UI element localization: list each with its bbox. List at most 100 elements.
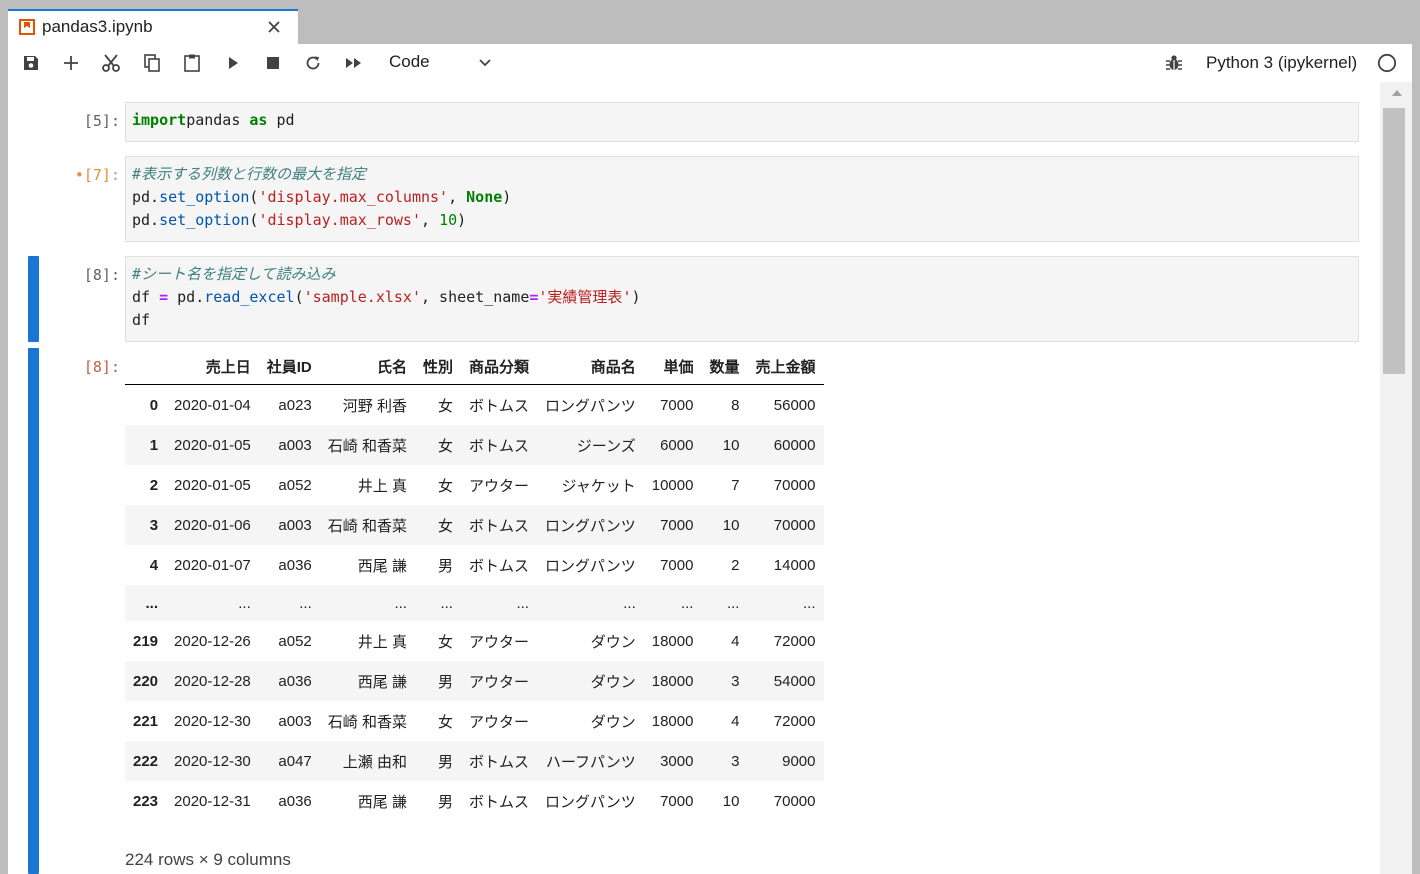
code-cell[interactable]: [8]: #シート名を指定して読み込み df = pd.read_excel('s…	[8, 256, 1380, 342]
table-cell: ...	[299, 594, 312, 612]
table-row: 2 2020-01-05 a052 井上 真 女アウター ジャケット 10000 7 70000	[125, 465, 824, 505]
cell-type-select[interactable]: Code	[389, 52, 430, 72]
scissors-icon	[102, 54, 120, 72]
row-index: 222	[133, 752, 159, 770]
restart-button[interactable]	[300, 50, 326, 76]
code-token: )	[502, 188, 512, 206]
table-cell: 7	[731, 476, 740, 494]
table-cell: 7000	[660, 556, 694, 574]
table-cell: 2	[731, 556, 740, 574]
run-button[interactable]	[220, 50, 246, 76]
code-token: )	[631, 288, 641, 306]
table-cell: 女	[437, 437, 453, 455]
table-cell: ...	[394, 594, 407, 612]
cut-button[interactable]	[98, 50, 124, 76]
table-cell: 8	[731, 396, 740, 414]
code-token: set_option	[159, 188, 250, 206]
table-cell: a003	[278, 516, 312, 534]
table-cell: 河野 利香	[342, 397, 407, 415]
row-index: ...	[145, 594, 159, 612]
copy-button[interactable]	[139, 50, 165, 76]
code-line: df = pd.read_excel('sample.xlsx', sheet_…	[132, 286, 1352, 309]
chevron-down-icon[interactable]	[476, 54, 494, 72]
code-cell[interactable]: •[7]: #表示する列数と行数の最大を指定 pd.set_option('dis…	[8, 156, 1380, 242]
table-cell: a036	[278, 672, 312, 690]
output-collapser[interactable]	[28, 348, 39, 874]
scroll-up-arrow-icon[interactable]	[1392, 90, 1402, 96]
play-icon	[229, 57, 238, 69]
code-editor[interactable]: #表示する列数と行数の最大を指定 pd.set_option('display.m…	[125, 156, 1359, 242]
code-token: None	[466, 188, 503, 206]
table-row: 219 2020-12-26 a052 井上 真 女アウター ダウン 18000 4 72000	[125, 621, 824, 661]
column-header: 氏名	[319, 348, 415, 385]
table-row: 221 2020-12-30 a003 石崎 和香菜 女アウター ダウン 18000 4 720…	[125, 701, 824, 741]
table-cell: ロングパンツ	[544, 557, 636, 575]
table-cell: 西尾 謙	[357, 793, 407, 811]
table-cell: a003	[278, 436, 312, 454]
table-cell: ボトムス	[468, 557, 529, 575]
table-cell: アウター	[468, 673, 529, 691]
table-cell: 2020-01-05	[174, 476, 251, 494]
output-area: [8]: 売上日 社員ID 氏名 性別 商品分類 商品名 単価 数量 売上金額 0 2020-01…	[8, 348, 1380, 874]
table-cell: 6000	[660, 436, 694, 454]
column-header: 売上日	[166, 348, 259, 385]
table-cell: 70000	[773, 476, 816, 494]
table-cell: アウター	[468, 713, 529, 731]
table-cell: a047	[278, 752, 312, 770]
kernel-name[interactable]: Python 3 (ipykernel)	[1206, 53, 1357, 73]
table-cell: ロングパンツ	[544, 397, 636, 415]
table-cell: 上瀬 由和	[342, 753, 407, 771]
table-cell: a003	[278, 712, 312, 730]
column-header: 単価	[643, 348, 702, 385]
vertical-scrollbar[interactable]	[1380, 82, 1412, 874]
notebook-tab[interactable]: pandas3.ipynb	[8, 9, 298, 44]
table-cell: 2020-01-06	[174, 516, 251, 534]
scrollbar-thumb[interactable]	[1383, 108, 1405, 374]
code-token: (	[294, 288, 304, 306]
code-token: )	[457, 211, 467, 229]
code-token: '実績管理表'	[538, 288, 632, 306]
notebook-window: Code Python 3 (ipykernel) [5]: importpan…	[8, 44, 1412, 874]
code-editor[interactable]: #シート名を指定して読み込み df = pd.read_excel('sample…	[125, 256, 1359, 342]
table-cell: 9000	[782, 752, 816, 770]
table-cell: 10	[722, 792, 740, 810]
table-cell: 10000	[651, 476, 694, 494]
restart-run-all-button[interactable]	[341, 50, 367, 76]
table-cell: 18000	[651, 712, 694, 730]
copy-icon	[144, 54, 160, 72]
code-token: =	[159, 288, 169, 306]
notebook-toolbar: Code Python 3 (ipykernel)	[8, 44, 1412, 83]
table-cell: 2020-01-07	[174, 556, 251, 574]
close-icon[interactable]	[266, 19, 282, 35]
code-editor[interactable]: importpandas as pd	[125, 102, 1359, 142]
table-cell: 女	[437, 517, 453, 535]
code-token: ,	[448, 188, 467, 206]
table-cell: 3	[731, 752, 740, 770]
interrupt-button[interactable]	[260, 50, 286, 76]
column-header: 商品名	[536, 348, 644, 385]
table-cell: 56000	[773, 396, 816, 414]
row-index: 223	[133, 792, 159, 810]
table-cell: 7000	[660, 516, 694, 534]
table-cell: ...	[726, 594, 740, 612]
table-cell: ボトムス	[468, 437, 529, 455]
tab-bar: pandas3.ipynb	[0, 0, 1420, 44]
table-cell: ボトムス	[468, 517, 529, 535]
table-cell: 7000	[660, 792, 694, 810]
code-token: ,	[421, 211, 440, 229]
save-button[interactable]	[18, 50, 44, 76]
table-cell: a052	[278, 632, 312, 650]
code-token: pd.	[132, 211, 160, 229]
table-row: 222 2020-12-30 a047 上瀬 由和 男ボトムス ハーフパンツ 3000 3 90…	[125, 741, 824, 781]
dataframe-summary: 224 rows × 9 columns	[125, 850, 291, 869]
refresh-icon	[306, 56, 320, 70]
kernel-idle-icon	[1377, 53, 1397, 73]
insert-cell-button[interactable]	[58, 50, 84, 76]
column-header: 数量	[701, 348, 748, 385]
paste-button[interactable]	[179, 50, 205, 76]
code-cell[interactable]: [5]: importpandas as pd	[8, 102, 1380, 142]
code-token: as	[249, 111, 268, 129]
input-collapser[interactable]	[28, 256, 39, 342]
table-cell: ハーフパンツ	[545, 753, 636, 771]
debugger-icon[interactable]	[1163, 52, 1185, 74]
